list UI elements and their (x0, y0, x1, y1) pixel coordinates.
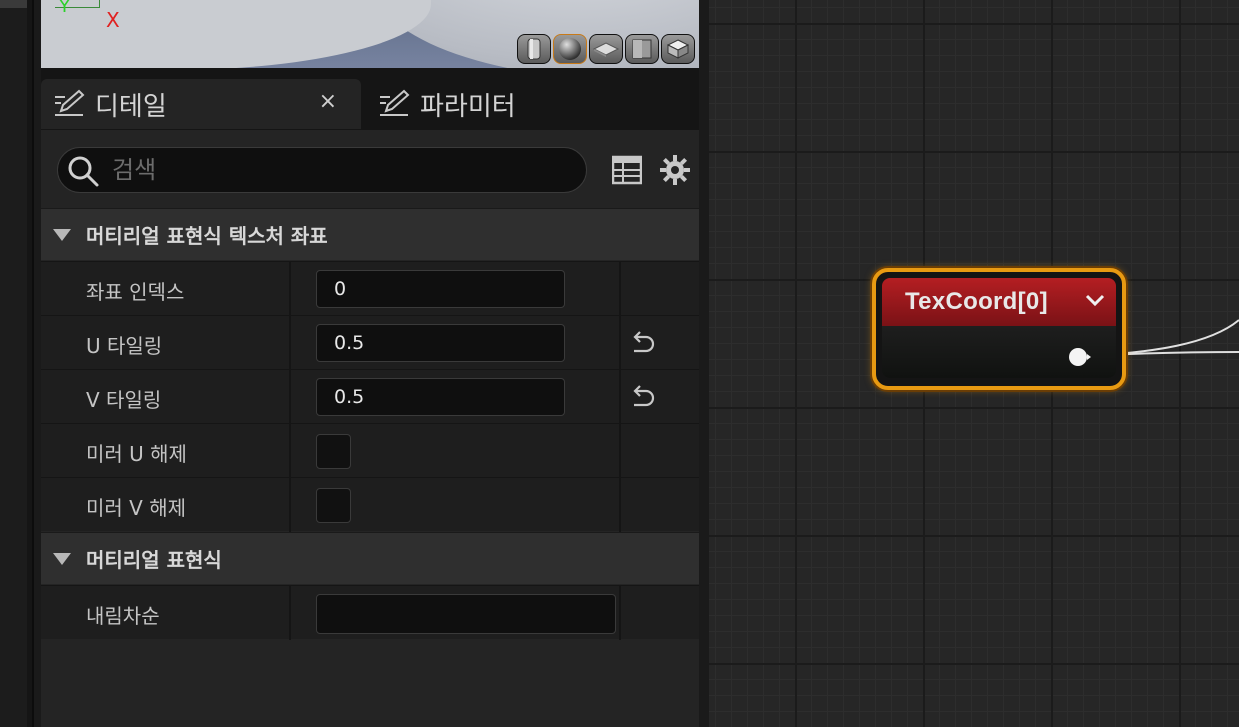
column-divider[interactable] (289, 586, 291, 640)
unmirror-u-checkbox[interactable] (316, 434, 351, 469)
column-divider[interactable] (289, 424, 291, 478)
column-divider[interactable] (289, 316, 291, 370)
details-empty-area (41, 640, 699, 727)
property-label: 내림차순 (86, 604, 160, 628)
details-tab-bar: 디테일 × 파라미터 (41, 68, 699, 130)
column-divider (619, 370, 621, 424)
tab-parameters-label: 파라미터 (420, 91, 516, 122)
search-input[interactable] (112, 150, 572, 190)
gear-icon[interactable] (659, 154, 691, 186)
cube-preview-button[interactable] (625, 34, 659, 64)
edit-pencil-icon (51, 89, 85, 119)
collapse-arrow-icon (53, 552, 71, 565)
material-editor: Y X 디테일 × 파라미터 검색 머티리얼 표현식 텍스처 좌표 좌표 인덱스… (0, 0, 1239, 727)
column-divider (619, 478, 621, 532)
column-divider[interactable] (289, 478, 291, 532)
chevron-down-icon[interactable] (1084, 292, 1106, 308)
tab-details[interactable]: 디테일 × (41, 79, 361, 129)
close-icon[interactable]: × (319, 89, 337, 114)
preview-background (41, 0, 431, 68)
sphere-preview-button[interactable] (553, 34, 587, 64)
category-material-expression[interactable]: 머티리얼 표현식 (41, 532, 699, 584)
property-label: U 타일링 (86, 334, 163, 358)
plane-icon (592, 42, 620, 57)
unmirror-v-checkbox[interactable] (316, 488, 351, 523)
left-panel-tab[interactable] (0, 0, 27, 8)
column-divider[interactable] (289, 370, 291, 424)
table-view-icon[interactable] (612, 155, 642, 185)
v-tiling-field[interactable]: 0.5 (316, 378, 565, 416)
property-label: V 타일링 (86, 388, 162, 412)
texcoord-node[interactable]: TexCoord[0] (872, 268, 1126, 390)
property-row-desc: 내림차순 (41, 585, 699, 640)
coordinate-index-field[interactable]: 0 (316, 270, 565, 308)
axis-y-label: Y (59, 0, 70, 17)
property-row-coordinate-index: 좌표 인덱스 0 (41, 261, 699, 316)
category-title: 머티리얼 표현식 (86, 548, 222, 572)
cube-icon (632, 39, 652, 59)
node-header[interactable]: TexCoord[0] (882, 278, 1116, 326)
node-body (882, 326, 1116, 378)
node-title: TexCoord[0] (905, 288, 1048, 315)
collapse-arrow-icon (53, 228, 71, 241)
search-icon (68, 156, 99, 187)
property-row-unmirror-u: 미러 U 해제 (41, 423, 699, 478)
category-title: 머티리얼 표현식 텍스처 좌표 (86, 224, 328, 248)
axis-gizmo-vline (99, 0, 100, 8)
material-preview-viewport[interactable]: Y X (41, 0, 699, 68)
cylinder-icon (527, 38, 541, 60)
desc-text-field[interactable] (316, 594, 616, 634)
reset-to-default-icon[interactable] (628, 385, 656, 409)
details-panel: 머티리얼 표현식 텍스처 좌표 좌표 인덱스 0 U 타일링 0.5 V 타일링… (41, 130, 699, 727)
property-row-v-tiling: V 타일링 0.5 (41, 369, 699, 424)
teapot-icon (666, 39, 690, 59)
property-label: 미러 V 해제 (86, 496, 186, 520)
property-label: 좌표 인덱스 (86, 280, 185, 304)
axis-x-label: X (106, 8, 120, 32)
column-divider (619, 262, 621, 316)
property-row-unmirror-v: 미러 V 해제 (41, 477, 699, 532)
category-texcoord[interactable]: 머티리얼 표현식 텍스처 좌표 (41, 208, 699, 260)
panel-splitter[interactable] (699, 0, 709, 727)
column-divider[interactable] (289, 262, 291, 316)
u-tiling-field[interactable]: 0.5 (316, 324, 565, 362)
property-row-u-tiling: U 타일링 0.5 (41, 315, 699, 370)
edit-pencil-icon (376, 89, 410, 119)
tab-parameters[interactable]: 파라미터 (366, 79, 666, 129)
output-pin-icon[interactable] (1068, 346, 1092, 368)
reset-to-default-icon[interactable] (628, 331, 656, 355)
tab-details-label: 디테일 (95, 91, 167, 122)
column-divider (619, 424, 621, 478)
search-row (41, 130, 699, 208)
column-divider (619, 316, 621, 370)
custom-mesh-preview-button[interactable] (661, 34, 695, 64)
column-divider (619, 586, 621, 640)
property-label: 미러 U 해제 (86, 442, 187, 466)
search-box[interactable] (57, 147, 587, 193)
plane-preview-button[interactable] (589, 34, 623, 64)
sphere-icon (559, 38, 581, 60)
preview-shape-toolbar (517, 34, 695, 64)
cylinder-preview-button[interactable] (517, 34, 551, 64)
panel-margin (34, 0, 41, 727)
left-panel-edge (0, 0, 27, 727)
